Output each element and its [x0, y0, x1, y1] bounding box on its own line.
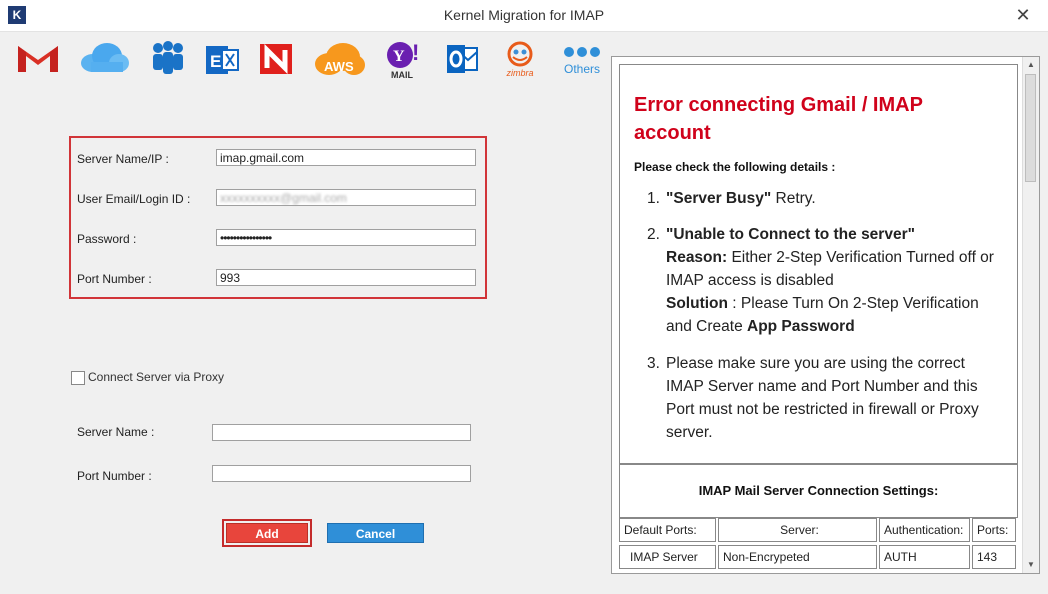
help-item-1-bold: Server Busy [673, 190, 764, 207]
help-scrollbar[interactable]: ▲ ▼ [1022, 57, 1039, 573]
error-help-box: Error connecting Gmail / IMAP account Pl… [619, 64, 1018, 464]
aws-logo-icon[interactable]: AWS [308, 40, 368, 85]
yahoo-mail-logo-icon[interactable]: Y ! MAIL [378, 40, 426, 85]
help-item-2-solution-label: Solution [666, 295, 728, 312]
help-item-2-heading: "Unable to Connect to the server" [666, 226, 915, 243]
help-item-3: 3. Please make sure you are using the cor… [647, 352, 996, 444]
notes-logo-icon[interactable] [252, 40, 300, 85]
server-name-input[interactable]: imap.gmail.com [216, 149, 476, 166]
user-email-label: User Email/Login ID : [77, 192, 191, 206]
help-item-3-text: Please make sure you are using the corre… [666, 355, 979, 441]
server-name-label: Server Name/IP : [77, 152, 169, 166]
proxy-checkbox-label[interactable]: Connect Server via Proxy [88, 370, 224, 384]
table-header-cell: Ports: [972, 518, 1016, 542]
help-panel[interactable]: Error connecting Gmail / IMAP account Pl… [611, 56, 1040, 574]
settings-title: IMAP Mail Server Connection Settings: [698, 483, 939, 498]
zimbra-logo-icon[interactable]: zimbra [494, 40, 546, 85]
gmail-logo-icon[interactable] [14, 40, 62, 85]
help-item-2: 2. "Unable to Connect to the server" Reas… [647, 223, 996, 338]
user-email-value: xxxxxxxxxx@gmail.com [220, 191, 347, 205]
port-number-input[interactable]: 993 [216, 269, 476, 286]
exchange-logo-icon[interactable]: E [198, 40, 246, 85]
check-details-heading: Please check the following details : [634, 160, 836, 174]
window-title: Kernel Migration for IMAP [443, 7, 605, 23]
scroll-down-arrow-icon[interactable]: ▼ [1023, 557, 1039, 573]
help-item-3-number: 3. [647, 355, 660, 372]
help-item-2-app-password: App Password [747, 318, 855, 335]
proxy-server-label: Server Name : [77, 425, 155, 439]
help-item-2-number: 2. [647, 226, 660, 243]
proxy-server-input[interactable] [212, 424, 471, 441]
scroll-thumb[interactable] [1025, 74, 1036, 182]
add-button[interactable]: Add [226, 523, 308, 543]
others-logo-icon[interactable]: Others [556, 40, 608, 85]
scroll-up-arrow-icon[interactable]: ▲ [1023, 57, 1039, 73]
error-title: Error connecting Gmail / IMAP account [634, 94, 923, 144]
proxy-checkbox[interactable] [71, 371, 85, 385]
help-item-2-reason-label: Reason: [666, 249, 728, 266]
title-bar: K Kernel Migration for IMAP ✕ [0, 0, 1048, 32]
aws-logo-text: AWS [324, 59, 354, 74]
help-item-1-text: Retry. [771, 190, 816, 207]
zimbra-caption: zimbra [506, 68, 534, 78]
table-cell: 143 [972, 545, 1016, 569]
outlook-logo-icon[interactable] [438, 40, 486, 85]
others-caption: Others [563, 62, 600, 76]
user-email-input[interactable]: xxxxxxxxxx@gmail.com [216, 189, 476, 206]
help-item-1-number: 1. [647, 190, 660, 207]
svg-text:Y: Y [393, 48, 405, 65]
table-cell: AUTH [879, 545, 970, 569]
svg-text:E: E [210, 52, 221, 71]
table-cell: IMAP Server [619, 545, 716, 569]
icloud-logo-icon[interactable] [76, 40, 132, 85]
table-header-cell: Authentication: [879, 518, 970, 542]
proxy-port-input[interactable] [212, 465, 471, 482]
help-item-1: 1. "Server Busy" Retry. [647, 187, 996, 210]
yahoo-mail-caption: MAIL [391, 70, 413, 80]
table-header-cell: Default Ports: [619, 518, 716, 542]
connection-settings-box: IMAP Mail Server Connection Settings: [619, 464, 1018, 518]
password-input[interactable]: •••••••••••••••• [216, 229, 476, 246]
proxy-port-label: Port Number : [77, 469, 152, 483]
svg-text:!: ! [412, 40, 419, 65]
password-label: Password : [77, 232, 137, 246]
cancel-button[interactable]: Cancel [327, 523, 424, 543]
sharepoint-logo-icon[interactable] [144, 40, 192, 85]
close-button[interactable]: ✕ [1008, 5, 1038, 25]
table-cell: Non-Encrypeted [718, 545, 877, 569]
port-number-label: Port Number : [77, 272, 152, 286]
table-header-cell: Server: [718, 518, 877, 542]
